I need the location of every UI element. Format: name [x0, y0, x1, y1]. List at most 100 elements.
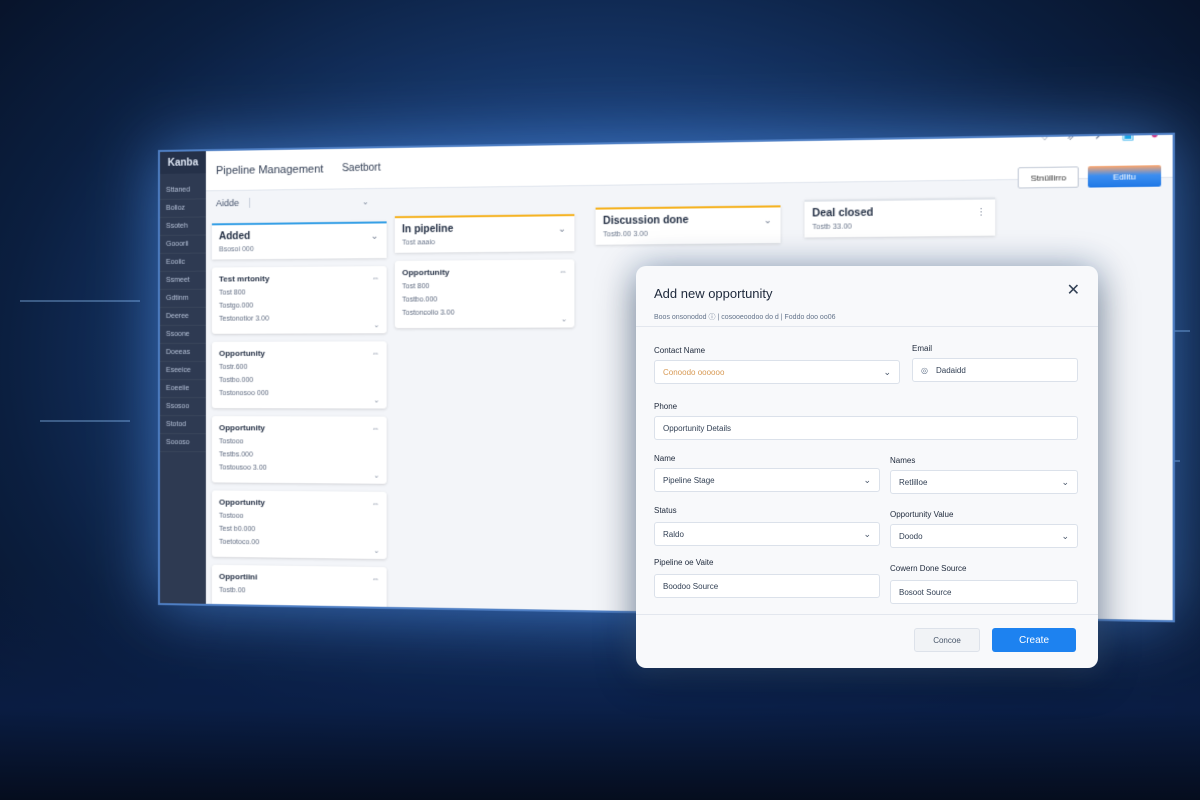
- sidebar-item[interactable]: Gooorii: [159, 235, 206, 254]
- column-header[interactable]: Added Bsosoi 000 ⌄: [211, 221, 387, 260]
- opportunity-value-select[interactable]: Doodo ⌄: [890, 524, 1078, 548]
- divider: [636, 326, 1098, 327]
- sidebar-item[interactable]: Eooiic: [159, 253, 206, 272]
- status-select[interactable]: Raldo ⌄: [654, 522, 880, 546]
- pipeline-value-value: Boodoo Source: [663, 581, 719, 591]
- arrow-icon[interactable]: ↗: [1094, 133, 1105, 143]
- pipeline-column: In pipeline Tost aaaio ⌄ Opportunity Tost 80…: [394, 214, 575, 329]
- chevron-down-icon[interactable]: ⌄: [764, 215, 772, 227]
- card-detail: Tostousoo 3.00: [218, 464, 267, 472]
- card-title: Opportunity: [218, 497, 266, 508]
- pipeline-stage-value: Pipeline Stage: [663, 475, 715, 485]
- chevron-down-icon[interactable]: ⌄: [371, 231, 379, 242]
- names-select[interactable]: Retlilloe ⌄: [890, 470, 1078, 494]
- column-header[interactable]: In pipeline Tost aaaio ⌄: [394, 214, 575, 253]
- card-detail: Tostbo.000: [218, 376, 254, 385]
- chevron-down-icon[interactable]: ⌄: [373, 547, 379, 555]
- card-detail: Tost 800: [218, 289, 246, 297]
- expand-icon[interactable]: ⇔: [371, 424, 379, 433]
- share-icon[interactable]: ⇗: [1067, 133, 1078, 143]
- card-detail: Tostonosoo 000: [218, 390, 269, 398]
- sidebar-item[interactable]: Deeree: [159, 307, 206, 326]
- opportunity-card[interactable]: Opportunity Tostooo Test b0.000 Toetotoco.0…: [211, 490, 387, 560]
- create-button[interactable]: Create: [992, 628, 1076, 652]
- card-detail: Toetotoco.00: [218, 538, 260, 547]
- column-title: Discussion done: [603, 214, 689, 228]
- card-detail: Testbs.000: [218, 451, 254, 459]
- close-icon[interactable]: ✕: [1067, 280, 1080, 300]
- pipeline-stage-select[interactable]: Pipeline Stage ⌄: [654, 468, 880, 492]
- sidebar-item[interactable]: Ssosoo: [159, 398, 206, 417]
- chevron-down-icon: ⌄: [863, 474, 871, 485]
- sidebar-item[interactable]: Gdtinm: [159, 289, 206, 308]
- pipeline-column: Deal closed Tostb 33.00 ⋮: [804, 197, 996, 238]
- app-icon[interactable]: ▣: [1121, 133, 1134, 142]
- sidebar-item[interactable]: Ssoone: [159, 325, 206, 344]
- column-summary: Bsosoi 000: [218, 246, 254, 254]
- heart-icon[interactable]: ♡: [1039, 133, 1051, 144]
- pipeline-column: Added Bsosoi 000 ⌄ Test mrtonity Tost 800 Tos…: [211, 221, 387, 623]
- light-streak: [40, 420, 130, 422]
- chevron-down-icon[interactable]: ⌄: [558, 223, 566, 234]
- sidebar-item[interactable]: Sttaned: [159, 181, 206, 200]
- column-summary: Tost aaaio: [402, 239, 436, 247]
- chevron-down-icon[interactable]: ⌄: [373, 321, 379, 329]
- sidebar-item[interactable]: Ssoteh: [159, 217, 206, 236]
- card-detail: Test b0.000: [218, 525, 256, 534]
- breadcrumb[interactable]: Saetbort: [342, 162, 381, 174]
- chevron-down-icon[interactable]: ⌄: [373, 471, 379, 480]
- opportunity-card[interactable]: Opportunity Tost 800 Tostbo.000 Tostoncolio…: [394, 259, 575, 329]
- pipeline-value-field[interactable]: Boodoo Source: [654, 574, 880, 598]
- sidebar-item[interactable]: Eoeeiie: [159, 380, 206, 399]
- sidebar-item[interactable]: Bolioz: [159, 199, 206, 218]
- chevron-down-icon[interactable]: ⌄: [561, 315, 567, 323]
- chevron-down-icon: ⌄: [883, 366, 891, 377]
- card-detail: Tostooo: [218, 438, 244, 446]
- names-label: Names: [890, 456, 916, 465]
- opportunity-card[interactable]: Opportunity Tostooo Testbs.000 Tostousoo 3.…: [211, 416, 387, 484]
- card-detail: Tostoncolio 3.00: [402, 309, 455, 317]
- sidebar-item[interactable]: Ssmeet: [159, 271, 206, 290]
- divider: [636, 614, 1098, 615]
- card-title: Opportunity: [402, 267, 450, 278]
- phone-field[interactable]: Opportunity Details: [654, 416, 1078, 440]
- source-field[interactable]: Bosoot Source: [890, 580, 1078, 604]
- card-title: Test mrtonity: [218, 274, 270, 284]
- opportunity-card[interactable]: Test mrtonity Tost 800 Tostgo.000 Testonoti…: [211, 266, 387, 334]
- page-title: Pipeline Management: [215, 162, 324, 177]
- sidebar-item[interactable]: Soooso: [159, 434, 206, 453]
- expand-icon[interactable]: ⇔: [371, 499, 379, 508]
- column-title: Added: [218, 230, 251, 243]
- card-detail: Tostgo.000: [218, 302, 254, 310]
- chevron-down-icon: ⌄: [863, 528, 871, 539]
- email-field[interactable]: ◎ Dadaidd: [912, 358, 1078, 382]
- chevron-down-icon[interactable]: ⌄: [362, 197, 369, 206]
- sidebar-item[interactable]: Doeeas: [159, 343, 206, 362]
- contact-name-field[interactable]: Conoodo oooooo ⌄: [654, 360, 900, 384]
- opportunity-card[interactable]: Opportunity Tostr.600 Tostbo.000 Tostonosoo…: [211, 341, 387, 409]
- column-header[interactable]: Deal closed Tostb 33.00 ⋮: [804, 197, 996, 238]
- chevron-down-icon[interactable]: ⌄: [373, 396, 379, 404]
- more-icon[interactable]: ⋮: [976, 207, 986, 219]
- sidebar-item[interactable]: Stotod: [159, 416, 206, 435]
- expand-icon[interactable]: ⇔: [371, 349, 379, 358]
- column-header[interactable]: Discussion done Tostb.00 3.00 ⌄: [595, 205, 781, 245]
- email-label: Email: [912, 344, 933, 353]
- avatar[interactable]: ●: [1150, 133, 1158, 142]
- card-detail: Tostbo.000: [402, 296, 438, 304]
- card-detail: Tostb.00: [218, 586, 246, 595]
- sidebar: Kanba Sttaned Bolioz Ssoteh Gooorii Eooiic Ss…: [159, 151, 206, 604]
- tab-added[interactable]: Aidde: [215, 197, 251, 209]
- expand-icon[interactable]: ⇔: [371, 574, 379, 583]
- sidebar-item[interactable]: Eseeice: [159, 361, 206, 381]
- cancel-button[interactable]: Concoe: [914, 628, 980, 652]
- top-icons: ♡ ⇗ ↗ ▣ ●: [1039, 133, 1159, 144]
- chevron-down-icon: ⌄: [1061, 476, 1069, 487]
- expand-icon[interactable]: ⇔: [559, 267, 567, 276]
- column-summary: Tostb 33.00: [812, 223, 852, 232]
- column-summary: Tostb.00 3.00: [603, 230, 648, 239]
- status-value: Raldo: [663, 529, 684, 539]
- light-streak: [20, 300, 140, 302]
- card-detail: Tost 800: [402, 283, 430, 291]
- expand-icon[interactable]: ⇔: [371, 273, 379, 282]
